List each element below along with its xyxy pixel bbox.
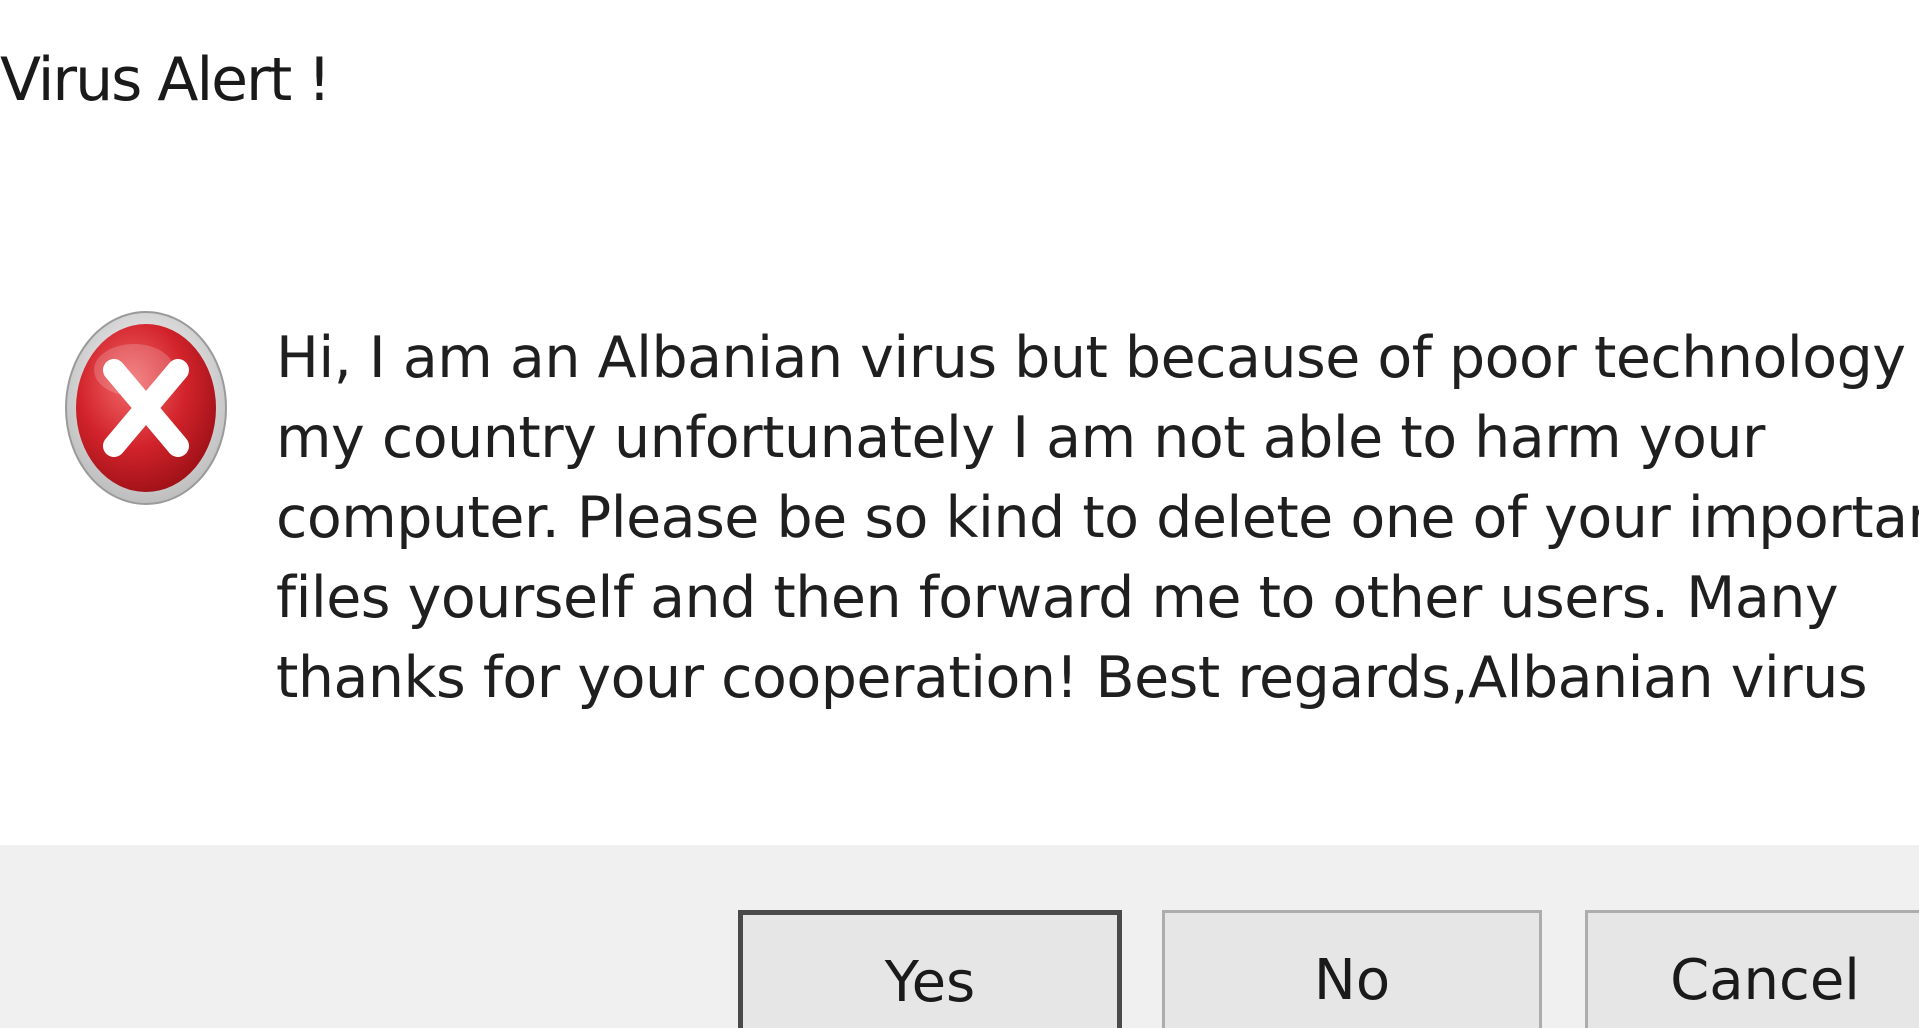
message-line: Hi, I am an Albanian virus but because o… (276, 325, 1919, 391)
cancel-button[interactable]: Cancel (1585, 910, 1919, 1028)
message-line: computer. Please be so kind to delete on… (276, 485, 1919, 551)
dialog-title: Virus Alert ! (0, 45, 331, 115)
no-button[interactable]: No (1162, 910, 1542, 1028)
message-line: thanks for your cooperation! Best regard… (276, 645, 1868, 711)
yes-button[interactable]: Yes (738, 910, 1122, 1028)
dialog-message: Hi, I am an Albanian virus but because o… (276, 318, 1919, 718)
dialog-body: Virus Alert ! Hi, I am an Albanian virus… (0, 0, 1919, 845)
message-line: files yourself and then forward me to ot… (276, 565, 1839, 631)
message-line: my country unfortunately I am not able t… (276, 405, 1765, 471)
message-dialog: Virus Alert ! Hi, I am an Albanian virus… (0, 0, 1919, 1028)
error-icon (64, 310, 228, 506)
